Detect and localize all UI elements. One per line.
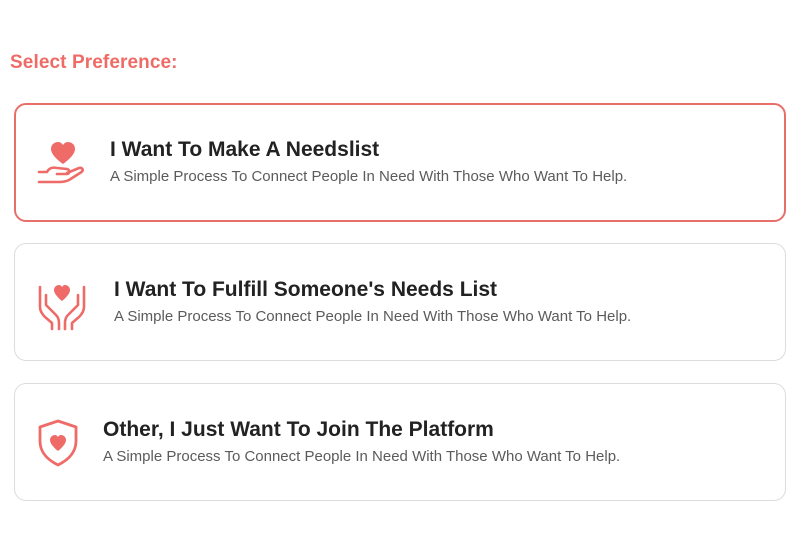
option-description: A Simple Process To Connect People In Ne… — [110, 168, 628, 185]
option-title: I Want To Fulfill Someone's Needs List — [114, 278, 498, 301]
preference-page: Select Preference: I Want To Make A Need… — [0, 0, 801, 549]
option-title: I Want To Make A Needslist — [110, 138, 380, 161]
option-title: Other, I Just Want To Join The Platform — [103, 418, 494, 441]
heart-in-hand-icon — [33, 132, 93, 192]
heart-in-two-hands-icon — [32, 273, 92, 333]
select-preference-heading: Select Preference: — [10, 52, 178, 73]
option-text: I Want To Fulfill Someone's Needs List A… — [114, 277, 631, 327]
option-make-needslist[interactable]: I Want To Make A Needslist A Simple Proc… — [14, 103, 786, 222]
option-join-platform[interactable]: Other, I Just Want To Join The Platform … — [14, 383, 786, 501]
option-description: A Simple Process To Connect People In Ne… — [103, 448, 621, 465]
option-description: A Simple Process To Connect People In Ne… — [114, 308, 632, 325]
option-text: I Want To Make A Needslist A Simple Proc… — [110, 137, 627, 187]
heart-shield-icon — [32, 413, 92, 473]
option-fulfill-needs-list[interactable]: I Want To Fulfill Someone's Needs List A… — [14, 243, 786, 361]
option-text: Other, I Just Want To Join The Platform … — [103, 417, 620, 467]
